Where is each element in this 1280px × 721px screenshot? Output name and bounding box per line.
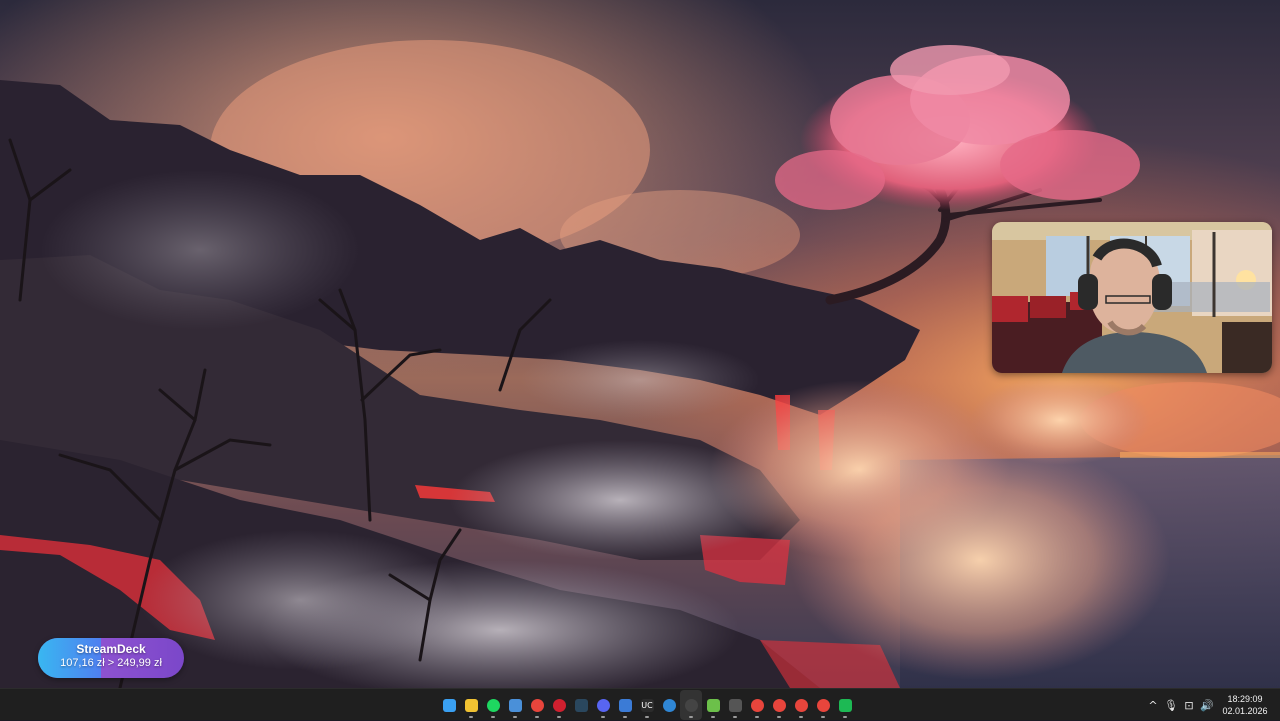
circle-app-taskbar-button[interactable] [658, 690, 680, 720]
red-app-icon [552, 698, 566, 712]
file-explorer-icon [464, 698, 478, 712]
clock[interactable]: 18:29:09 02.01.2026 [1216, 693, 1274, 717]
ubisoft-taskbar-button[interactable]: UC [636, 690, 658, 720]
chrome-profile-3-icon [772, 698, 786, 712]
notepad-icon [508, 698, 522, 712]
chevron-up-icon[interactable]: ^ [1144, 689, 1162, 721]
running-indicator [755, 716, 759, 718]
running-indicator [535, 716, 539, 718]
chrome-profile-3-taskbar-button[interactable] [768, 690, 790, 720]
gear-app-icon [728, 698, 742, 712]
phone-link-icon [618, 698, 632, 712]
file-explorer-taskbar-button[interactable] [460, 690, 482, 720]
start-icon [442, 698, 456, 712]
clock-time: 18:29:09 [1227, 694, 1263, 704]
phone-link-taskbar-button[interactable] [614, 690, 636, 720]
running-indicator [733, 716, 737, 718]
webcam-overlay [992, 222, 1272, 373]
running-indicator [711, 716, 715, 718]
green-app-icon [706, 698, 720, 712]
running-indicator [777, 716, 781, 718]
goal-progress-text: 107,16 zł > 249,99 zł [60, 657, 162, 669]
steam-taskbar-button[interactable] [570, 690, 592, 720]
start-taskbar-button[interactable] [438, 690, 460, 720]
discord-taskbar-button[interactable] [592, 690, 614, 720]
network-icon[interactable]: ⊡ [1180, 689, 1198, 721]
running-indicator [799, 716, 803, 718]
chrome-profile-4-taskbar-button[interactable] [790, 690, 812, 720]
chrome-profile-2-taskbar-button[interactable] [746, 690, 768, 720]
taskbar-app-list: UC [438, 689, 856, 721]
running-indicator [623, 716, 627, 718]
media-play-icon [838, 698, 852, 712]
taskbar: UC ^ 🎙 ⊡ 🔊 18:29:09 02.01.2026 [0, 688, 1280, 720]
ubisoft-icon: UC [640, 698, 654, 712]
running-indicator [645, 716, 649, 718]
notepad-taskbar-button[interactable] [504, 690, 526, 720]
obs-icon [684, 698, 698, 712]
running-indicator [689, 716, 693, 718]
chrome-profile-5-taskbar-button[interactable] [812, 690, 834, 720]
stream-goal-widget: StreamDeck 107,16 zł > 249,99 zł [38, 638, 184, 678]
discord-icon [596, 698, 610, 712]
spotify-icon [486, 698, 500, 712]
chrome-profile-5-icon [816, 698, 830, 712]
gear-app-taskbar-button[interactable] [724, 690, 746, 720]
green-app-taskbar-button[interactable] [702, 690, 724, 720]
circle-app-icon [662, 698, 676, 712]
chrome-profile-4-icon [794, 698, 808, 712]
chrome-icon [530, 698, 544, 712]
chrome-taskbar-button[interactable] [526, 690, 548, 720]
running-indicator [601, 716, 605, 718]
microphone-icon[interactable]: 🎙 [1162, 689, 1180, 721]
running-indicator [513, 716, 517, 718]
running-indicator [821, 716, 825, 718]
running-indicator [491, 716, 495, 718]
clock-date: 02.01.2026 [1222, 706, 1268, 716]
steam-icon [574, 698, 588, 712]
system-tray: ^ 🎙 ⊡ 🔊 18:29:09 02.01.2026 [1144, 689, 1280, 721]
media-play-taskbar-button[interactable] [834, 690, 856, 720]
red-app-taskbar-button[interactable] [548, 690, 570, 720]
obs-taskbar-button[interactable] [680, 690, 702, 720]
volume-icon[interactable]: 🔊 [1198, 689, 1216, 721]
chrome-profile-2-icon [750, 698, 764, 712]
running-indicator [469, 716, 473, 718]
running-indicator [843, 716, 847, 718]
goal-title: StreamDeck [76, 642, 146, 656]
running-indicator [557, 716, 561, 718]
spotify-taskbar-button[interactable] [482, 690, 504, 720]
